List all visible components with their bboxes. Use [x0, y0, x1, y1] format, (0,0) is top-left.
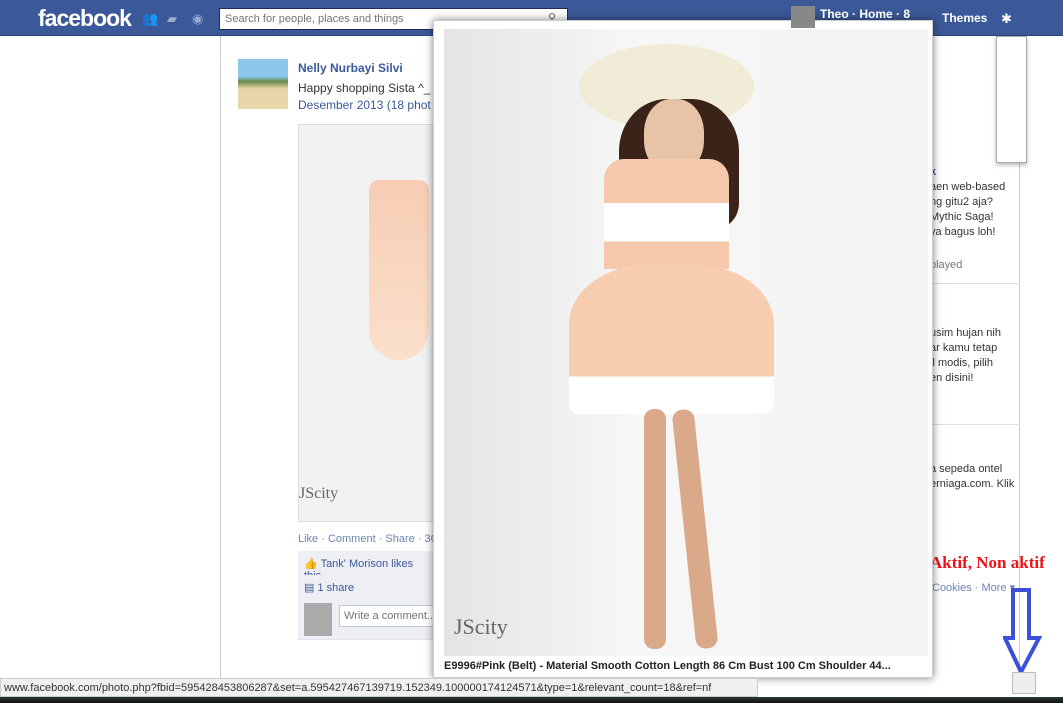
profile-thumbnail[interactable] — [791, 6, 815, 28]
ad-text: a sepeda ontel — [930, 463, 1003, 475]
ad-text: ng gitu2 aja? — [930, 196, 993, 208]
ad-text: ar kamu tetap — [930, 342, 998, 354]
thumbs-up-icon: 👍 — [304, 558, 318, 570]
post-author[interactable]: Nelly Nurbayi Silvi — [298, 61, 403, 75]
album-link[interactable]: Desember 2013 (18 phot — [298, 98, 431, 112]
ad-text: aen web-based — [930, 181, 1006, 193]
photo-hover-preview[interactable]: JScity E9996#Pink (Belt) - Material Smoo… — [433, 20, 933, 678]
annotation-arrow-down-icon — [1003, 588, 1043, 676]
sponsored-sidebar: k aen web-based ng gitu2 aja? Mythic Sag… — [930, 160, 1018, 492]
os-taskbar — [0, 697, 1063, 703]
watermark: JScity — [299, 485, 339, 502]
friend-requests-icon[interactable]: 👥 — [142, 11, 158, 26]
post-message: Happy shopping Sista ^_ — [298, 81, 431, 95]
ad-text[interactable]: erniaga.com. Klik — [930, 477, 1018, 492]
watermark: JScity — [454, 614, 508, 639]
preview-caption: E9996#Pink (Belt) - Material Smooth Cott… — [444, 660, 891, 672]
nav-links[interactable]: Theo · Home · 8 — [820, 7, 910, 21]
post-actions[interactable]: Like · Comment · Share · 36 m — [298, 533, 449, 545]
chat-toggle-button[interactable] — [1012, 672, 1036, 694]
notifications-globe-icon[interactable]: ◉ — [192, 11, 206, 26]
ad-text: en disini! — [930, 372, 974, 384]
ad-text: usim hujan nih — [930, 327, 1001, 339]
facebook-logo[interactable]: facebook — [38, 5, 132, 32]
ad-text: il modis, pilih — [930, 357, 993, 369]
author-avatar[interactable] — [238, 59, 288, 109]
themes-link[interactable]: Themes — [942, 11, 987, 25]
preview-image[interactable]: JScity — [444, 29, 928, 656]
ad-title[interactable]: k — [930, 165, 1018, 180]
share-icon: ▤ — [304, 582, 315, 594]
post-photo[interactable]: JScity — [298, 124, 438, 522]
settings-dropdown[interactable] — [996, 36, 1027, 163]
shares-link[interactable]: 1 share — [317, 582, 354, 594]
browser-status-bar: www.facebook.com/photo.php?fbid=59542845… — [0, 678, 758, 697]
ad-text: ya bagus loh! — [930, 226, 996, 238]
annotation-text: Aktif, Non aktif — [930, 553, 1045, 572]
ad-meta: played — [930, 259, 963, 271]
user-avatar — [304, 603, 332, 636]
comment-input[interactable] — [339, 605, 439, 627]
messages-icon[interactable]: ▰ — [167, 11, 181, 26]
ad-text: Mythic Saga! — [930, 211, 994, 223]
gear-icon[interactable]: ✱ — [1001, 11, 1012, 27]
